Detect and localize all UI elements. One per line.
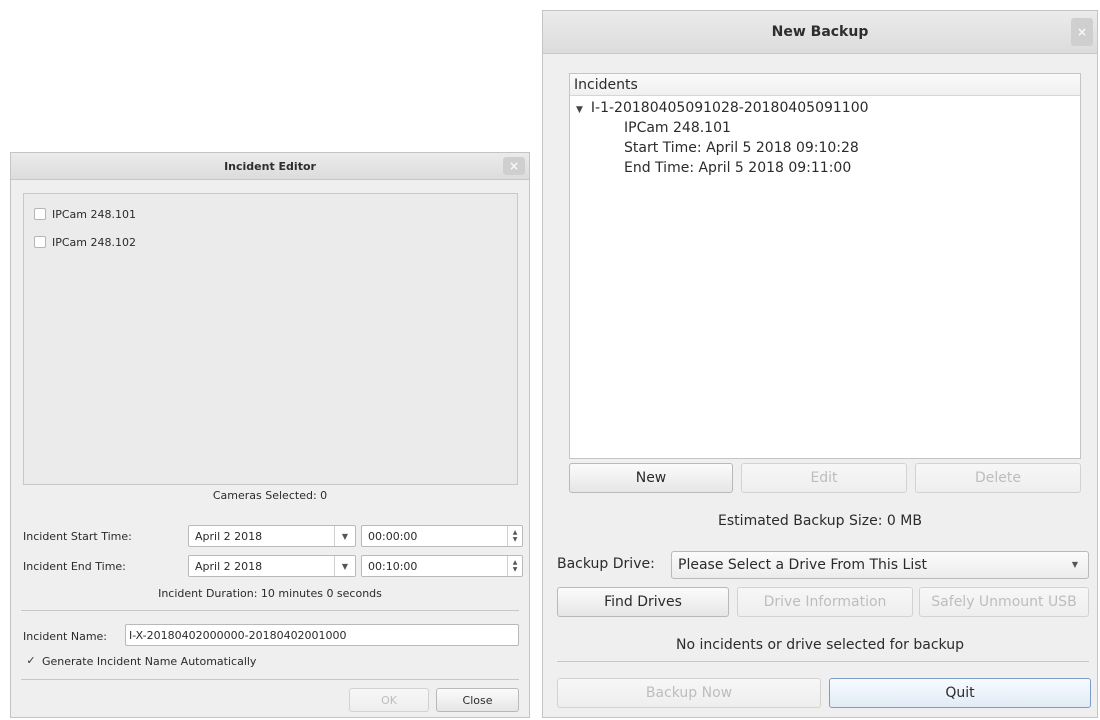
quit-button[interactable]: Quit — [829, 678, 1091, 708]
start-date-dropdown[interactable]: April 2 2018 ▼ — [188, 525, 356, 547]
incident-start-time[interactable]: Start Time: April 5 2018 09:10:28 — [624, 138, 859, 158]
estimated-size-label: Estimated Backup Size: 0 MB — [718, 513, 922, 529]
backup-now-button[interactable]: Backup Now — [557, 678, 821, 708]
spin-down-icon[interactable]: ▼ — [513, 566, 518, 573]
incident-name-value: I-X-20180402000000-20180402001000 — [129, 628, 347, 642]
ok-button[interactable]: OK — [349, 688, 429, 712]
new-backup-window: New Backup × Incidents ▼ I-1-201804050910… — [542, 10, 1098, 718]
incident-name-label: Incident Name: — [23, 630, 108, 643]
camera-checkbox[interactable] — [34, 208, 46, 220]
divider — [557, 661, 1089, 662]
start-time-spinbox[interactable]: 00:00:00 ▲ ▼ — [361, 525, 523, 547]
end-time-spinbox[interactable]: 00:10:00 ▲ ▼ — [361, 555, 523, 577]
chevron-down-icon[interactable]: ▼ — [334, 526, 355, 546]
close-icon[interactable]: × — [1071, 18, 1093, 46]
spin-down-icon[interactable]: ▼ — [513, 536, 518, 543]
close-button[interactable]: Close — [436, 688, 519, 712]
camera-checkbox[interactable] — [34, 236, 46, 248]
close-icon[interactable]: × — [503, 157, 525, 175]
start-date-value: April 2 2018 — [195, 529, 263, 543]
backup-drive-label: Backup Drive: — [557, 556, 655, 572]
spin-arrows-icon[interactable]: ▲ ▼ — [507, 526, 522, 546]
incident-editor-window: Incident Editor × IPCam 248.101 IPCam 24… — [10, 152, 530, 718]
camera-list: IPCam 248.101 IPCam 248.102 — [23, 193, 518, 485]
backup-drive-value: Please Select a Drive From This List — [678, 557, 927, 573]
auto-name-label: Generate Incident Name Automatically — [42, 655, 257, 668]
end-date-dropdown[interactable]: April 2 2018 ▼ — [188, 555, 356, 577]
auto-name-checkbox[interactable]: ✓ — [25, 655, 37, 668]
camera-label: IPCam 248.101 — [52, 207, 136, 221]
cameras-selected-label: Cameras Selected: 0 — [212, 489, 328, 502]
end-time-value: 00:10:00 — [368, 559, 418, 573]
incident-editor-title: Incident Editor — [224, 159, 316, 173]
expand-arrow-icon[interactable]: ▼ — [576, 105, 583, 115]
start-time-label: Incident Start Time: — [23, 530, 132, 543]
auto-name-option[interactable]: ✓ Generate Incident Name Automatically — [25, 655, 257, 669]
end-time-label: Incident End Time: — [23, 560, 126, 573]
camera-item-248-101[interactable]: IPCam 248.101 — [34, 206, 136, 222]
camera-item-248-102[interactable]: IPCam 248.102 — [34, 234, 136, 250]
new-backup-titlebar[interactable]: New Backup × — [543, 11, 1097, 54]
edit-button[interactable]: Edit — [741, 463, 907, 493]
camera-label: IPCam 248.102 — [52, 235, 136, 249]
incident-camera[interactable]: IPCam 248.101 — [624, 118, 731, 138]
incident-name: I-1-20180405091028-20180405091100 — [590, 100, 869, 116]
find-drives-button[interactable]: Find Drives — [557, 587, 729, 617]
new-backup-title: New Backup — [771, 24, 869, 40]
delete-button[interactable]: Delete — [915, 463, 1081, 493]
incident-editor-titlebar[interactable]: Incident Editor × — [11, 153, 529, 180]
backup-status-label: No incidents or drive selected for backu… — [676, 637, 964, 653]
spin-up-icon[interactable]: ▲ — [513, 559, 518, 566]
start-time-value: 00:00:00 — [368, 529, 418, 543]
tree-header: Incidents — [570, 74, 1080, 96]
chevron-down-icon[interactable]: ▼ — [334, 556, 355, 576]
drive-information-button[interactable]: Drive Information — [737, 587, 913, 617]
backup-drive-dropdown[interactable]: Please Select a Drive From This List ▼ — [671, 551, 1089, 579]
incident-item[interactable]: ▼ I-1-20180405091028-20180405091100 — [576, 98, 869, 118]
safely-unmount-usb-button[interactable]: Safely Unmount USB — [919, 587, 1089, 617]
spin-arrows-icon[interactable]: ▲ ▼ — [507, 556, 522, 576]
new-button[interactable]: New — [569, 463, 733, 493]
incident-end-time[interactable]: End Time: April 5 2018 09:11:00 — [624, 158, 851, 178]
chevron-down-icon[interactable]: ▼ — [1072, 560, 1078, 569]
incident-name-input[interactable]: I-X-20180402000000-20180402001000 — [125, 624, 519, 646]
divider — [21, 610, 519, 611]
incident-duration-label: Incident Duration: 10 minutes 0 seconds — [158, 587, 382, 600]
end-date-value: April 2 2018 — [195, 559, 263, 573]
spin-up-icon[interactable]: ▲ — [513, 529, 518, 536]
divider — [21, 679, 519, 680]
incidents-tree[interactable]: Incidents ▼ I-1-20180405091028-2018040509… — [569, 73, 1081, 459]
